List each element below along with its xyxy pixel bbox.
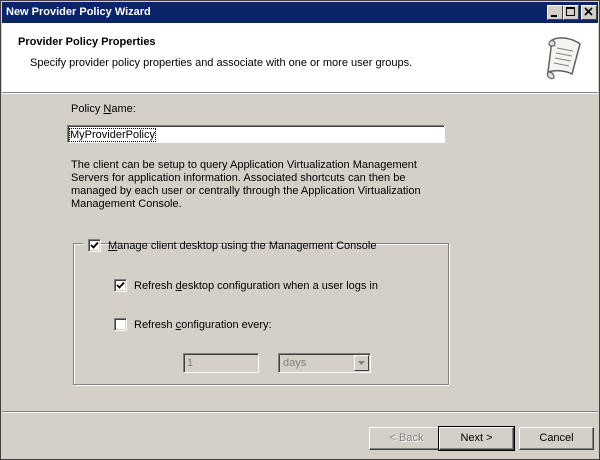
- scroll-icon: [546, 37, 581, 80]
- page-title: Provider Policy Properties: [18, 36, 156, 48]
- dropdown-button[interactable]: [354, 355, 369, 371]
- minimize-button[interactable]: [547, 5, 563, 20]
- legend-spacer: [83, 239, 373, 253]
- minimize-icon: [551, 15, 557, 17]
- wizard-header: Provider Policy Properties Specify provi…: [2, 23, 598, 93]
- title-bar[interactable]: New Provider Policy Wizard: [2, 2, 598, 23]
- refresh-login-checkbox[interactable]: [114, 279, 127, 292]
- close-button[interactable]: [581, 5, 597, 20]
- manage-group-box: [73, 243, 449, 385]
- page-subtitle: Specify provider policy properties and a…: [30, 57, 413, 69]
- chevron-down-icon: [358, 361, 365, 365]
- refresh-every-label[interactable]: Refresh configuration every:: [134, 319, 272, 331]
- refresh-every-checkbox[interactable]: [114, 318, 127, 331]
- close-icon: [584, 7, 593, 16]
- window-title: New Provider Policy Wizard: [6, 6, 151, 18]
- back-button[interactable]: < Back: [369, 427, 444, 450]
- wizard-window: New Provider Policy Wizard Provider Poli…: [0, 0, 600, 460]
- refresh-unit-value: days: [283, 357, 307, 369]
- header-divider: [2, 93, 598, 94]
- footer-divider-highlight: [2, 412, 598, 413]
- refresh-login-label[interactable]: Refresh desktop configuration when a use…: [134, 280, 378, 292]
- policy-name-label: Policy Name:: [71, 103, 136, 115]
- checkmark-icon: [116, 281, 125, 289]
- maximize-button[interactable]: [563, 5, 579, 20]
- description-text: The client can be setup to query Applica…: [71, 159, 421, 210]
- next-button[interactable]: Next >: [438, 426, 515, 451]
- cancel-button[interactable]: Cancel: [519, 427, 594, 450]
- policy-name-input[interactable]: MyProviderPolicy: [67, 125, 445, 143]
- refresh-unit-select[interactable]: days: [278, 353, 371, 373]
- policy-name-value: MyProviderPolicy: [69, 128, 156, 142]
- maximize-icon: [566, 7, 575, 16]
- refresh-interval-input[interactable]: 1: [183, 353, 259, 373]
